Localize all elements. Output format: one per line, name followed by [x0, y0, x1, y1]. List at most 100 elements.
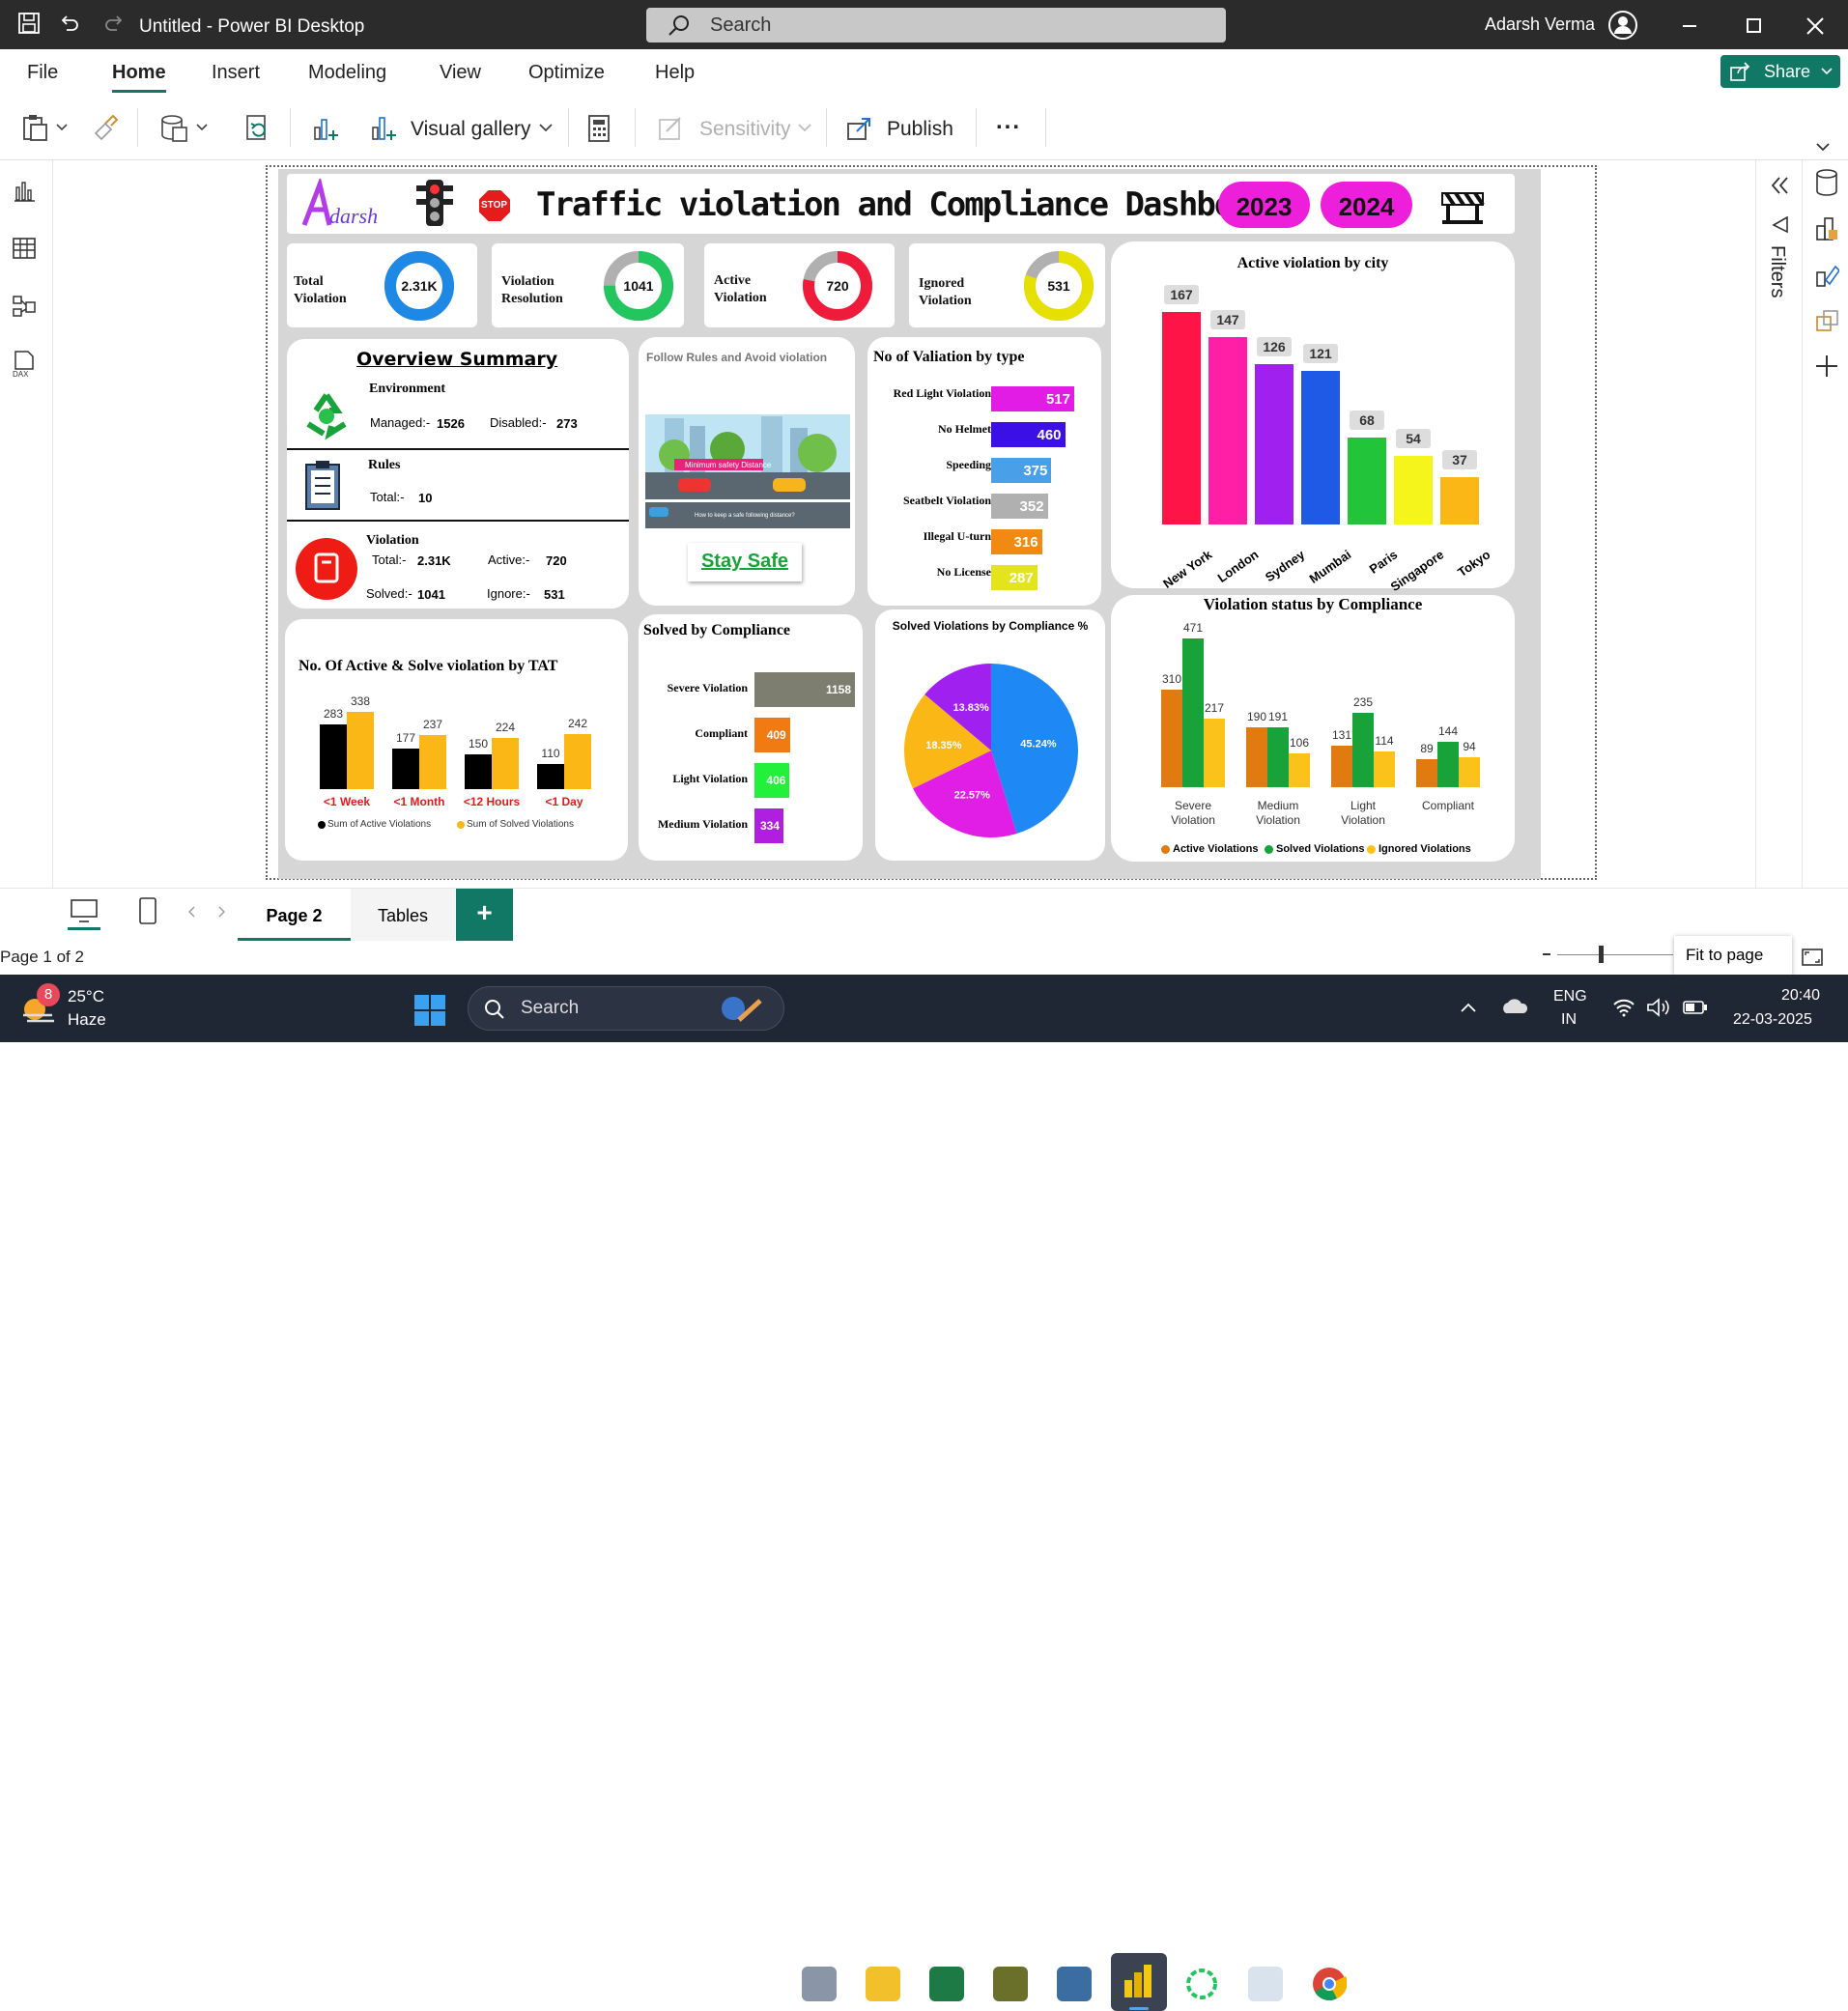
- publish-label[interactable]: Publish: [887, 118, 953, 141]
- tab-tables[interactable]: Tables: [351, 889, 455, 941]
- legend-label: Sum of Active Violations: [327, 819, 432, 830]
- zoom-slider-thumb[interactable]: [1599, 946, 1604, 963]
- chrome-icon[interactable]: [1312, 1967, 1347, 2001]
- wifi-icon[interactable]: [1612, 998, 1635, 1017]
- onedrive-cloud-icon[interactable]: [1500, 996, 1529, 1017]
- compliance-pie-card: Solved Violations by Compliance % 45.24%…: [875, 609, 1105, 861]
- data-chevron-icon[interactable]: [196, 124, 208, 131]
- chart-title: No. Of Active & Solve violation by TAT: [299, 658, 558, 674]
- user-avatar-icon[interactable]: [1607, 10, 1638, 41]
- view-switcher: DAX: [0, 160, 53, 888]
- violation-title: Violation: [366, 533, 419, 548]
- visual-gallery-label[interactable]: Visual gallery: [411, 118, 531, 141]
- legend-marker: [457, 821, 465, 829]
- zoom-slider-track[interactable]: [1557, 954, 1673, 955]
- table-view-icon[interactable]: [12, 236, 37, 261]
- menu-modeling[interactable]: Modeling: [308, 62, 386, 84]
- refresh-icon[interactable]: [243, 114, 272, 143]
- language-line2[interactable]: IN: [1561, 1011, 1577, 1029]
- year-2024-button[interactable]: 2024: [1321, 182, 1412, 228]
- paste-chevron-icon[interactable]: [56, 124, 68, 131]
- desktop-layout-icon[interactable]: [70, 898, 99, 923]
- new-visual-icon[interactable]: [311, 114, 340, 143]
- calculator-icon[interactable]: [586, 114, 611, 143]
- maximize-button[interactable]: [1747, 18, 1761, 33]
- task-view-icon[interactable]: [802, 1967, 837, 2001]
- fit-to-page-icon[interactable]: [1801, 948, 1824, 967]
- category-label: Severe Violation: [1171, 799, 1215, 827]
- loader-app-icon[interactable]: [1184, 1967, 1219, 2001]
- bookmarks-pane-icon[interactable]: [1814, 307, 1839, 336]
- volume-icon[interactable]: [1646, 998, 1671, 1017]
- menu-help[interactable]: Help: [655, 62, 695, 84]
- close-button[interactable]: [1806, 17, 1824, 35]
- sensitivity-label[interactable]: Sensitivity: [699, 118, 791, 141]
- violation-by-type-card: No of Valiation by type Red Light Violat…: [867, 337, 1101, 606]
- minimize-button[interactable]: [1683, 25, 1696, 27]
- dax-query-view-icon[interactable]: DAX: [12, 350, 37, 379]
- scroll-left-icon[interactable]: [187, 906, 195, 918]
- add-pane-icon[interactable]: [1814, 354, 1839, 379]
- menu-view[interactable]: View: [440, 62, 481, 84]
- violation-active-label: Active:-: [488, 552, 530, 567]
- bar: [564, 733, 591, 789]
- clock-date[interactable]: 22-03-2025: [1733, 1011, 1812, 1029]
- report-view-icon[interactable]: [12, 178, 37, 203]
- visualizations-pane-icon[interactable]: [1814, 214, 1839, 243]
- paste-icon[interactable]: [21, 114, 50, 143]
- year-2023-button[interactable]: 2023: [1218, 182, 1310, 228]
- bar: [1440, 477, 1479, 524]
- add-page-button[interactable]: +: [456, 889, 513, 941]
- category-label: Compliant: [1421, 799, 1475, 812]
- active-app-indicator: [1129, 2007, 1149, 2010]
- environment-title: Environment: [369, 382, 446, 396]
- mobile-layout-icon[interactable]: [138, 896, 157, 925]
- model-view-icon[interactable]: [12, 294, 37, 319]
- bar: [1348, 438, 1386, 524]
- stay-safe-button[interactable]: Stay Safe: [688, 543, 802, 581]
- pane-switcher: [1802, 160, 1848, 924]
- file-explorer-icon[interactable]: [866, 1967, 900, 2001]
- windows-start-icon[interactable]: [413, 994, 446, 1027]
- tab-page-2[interactable]: Page 2: [238, 889, 351, 941]
- language-line1[interactable]: ENG: [1553, 988, 1587, 1006]
- menu-optimize[interactable]: Optimize: [528, 62, 605, 84]
- show-hidden-icons-chevron-icon[interactable]: [1461, 1003, 1476, 1012]
- pie-slice-label: 18.35%: [925, 740, 962, 751]
- data-pane-icon[interactable]: [1814, 168, 1839, 197]
- redo-icon[interactable]: [102, 12, 126, 35]
- excel-icon[interactable]: [929, 1967, 964, 2001]
- expand-chevrons-icon[interactable]: [1770, 176, 1791, 195]
- menu-file[interactable]: File: [27, 62, 58, 84]
- visual-gallery-chevron-icon[interactable]: [539, 124, 553, 132]
- share-label: Share: [1764, 62, 1811, 81]
- format-pane-icon[interactable]: [1814, 261, 1839, 290]
- scroll-right-icon[interactable]: [218, 906, 226, 918]
- visual-gallery-icon[interactable]: [369, 114, 398, 143]
- mysql-icon[interactable]: [1057, 1967, 1092, 2001]
- taskbar-search-box[interactable]: Search: [468, 986, 784, 1031]
- save-icon[interactable]: [17, 12, 41, 35]
- bar: [392, 749, 419, 789]
- sensitivity-icon[interactable]: [657, 114, 686, 143]
- undo-icon[interactable]: [58, 12, 81, 35]
- user-name[interactable]: Adarsh Verma: [1485, 14, 1595, 35]
- zoom-out-button[interactable]: [1543, 953, 1550, 955]
- more-options-button[interactable]: ...: [996, 108, 1021, 135]
- tableau-icon[interactable]: [1248, 1967, 1283, 2001]
- search-box[interactable]: Search: [646, 8, 1226, 42]
- menu-insert[interactable]: Insert: [212, 62, 260, 84]
- filters-label[interactable]: Filters: [1766, 245, 1788, 297]
- power-bi-icon[interactable]: [1123, 1963, 1155, 1999]
- ribbon-collapse-chevron-icon[interactable]: [1816, 143, 1830, 152]
- clock-time[interactable]: 20:40: [1781, 987, 1820, 1005]
- app-icon[interactable]: [993, 1967, 1028, 2001]
- data-source-icon[interactable]: [159, 114, 188, 143]
- menu-home[interactable]: Home: [112, 62, 166, 84]
- sensitivity-chevron-icon[interactable]: [798, 124, 811, 132]
- battery-icon[interactable]: [1683, 1000, 1708, 1015]
- share-button[interactable]: Share: [1720, 55, 1840, 88]
- filter-icon[interactable]: [1772, 216, 1789, 234]
- publish-icon[interactable]: [845, 114, 874, 143]
- format-painter-icon[interactable]: [92, 114, 119, 141]
